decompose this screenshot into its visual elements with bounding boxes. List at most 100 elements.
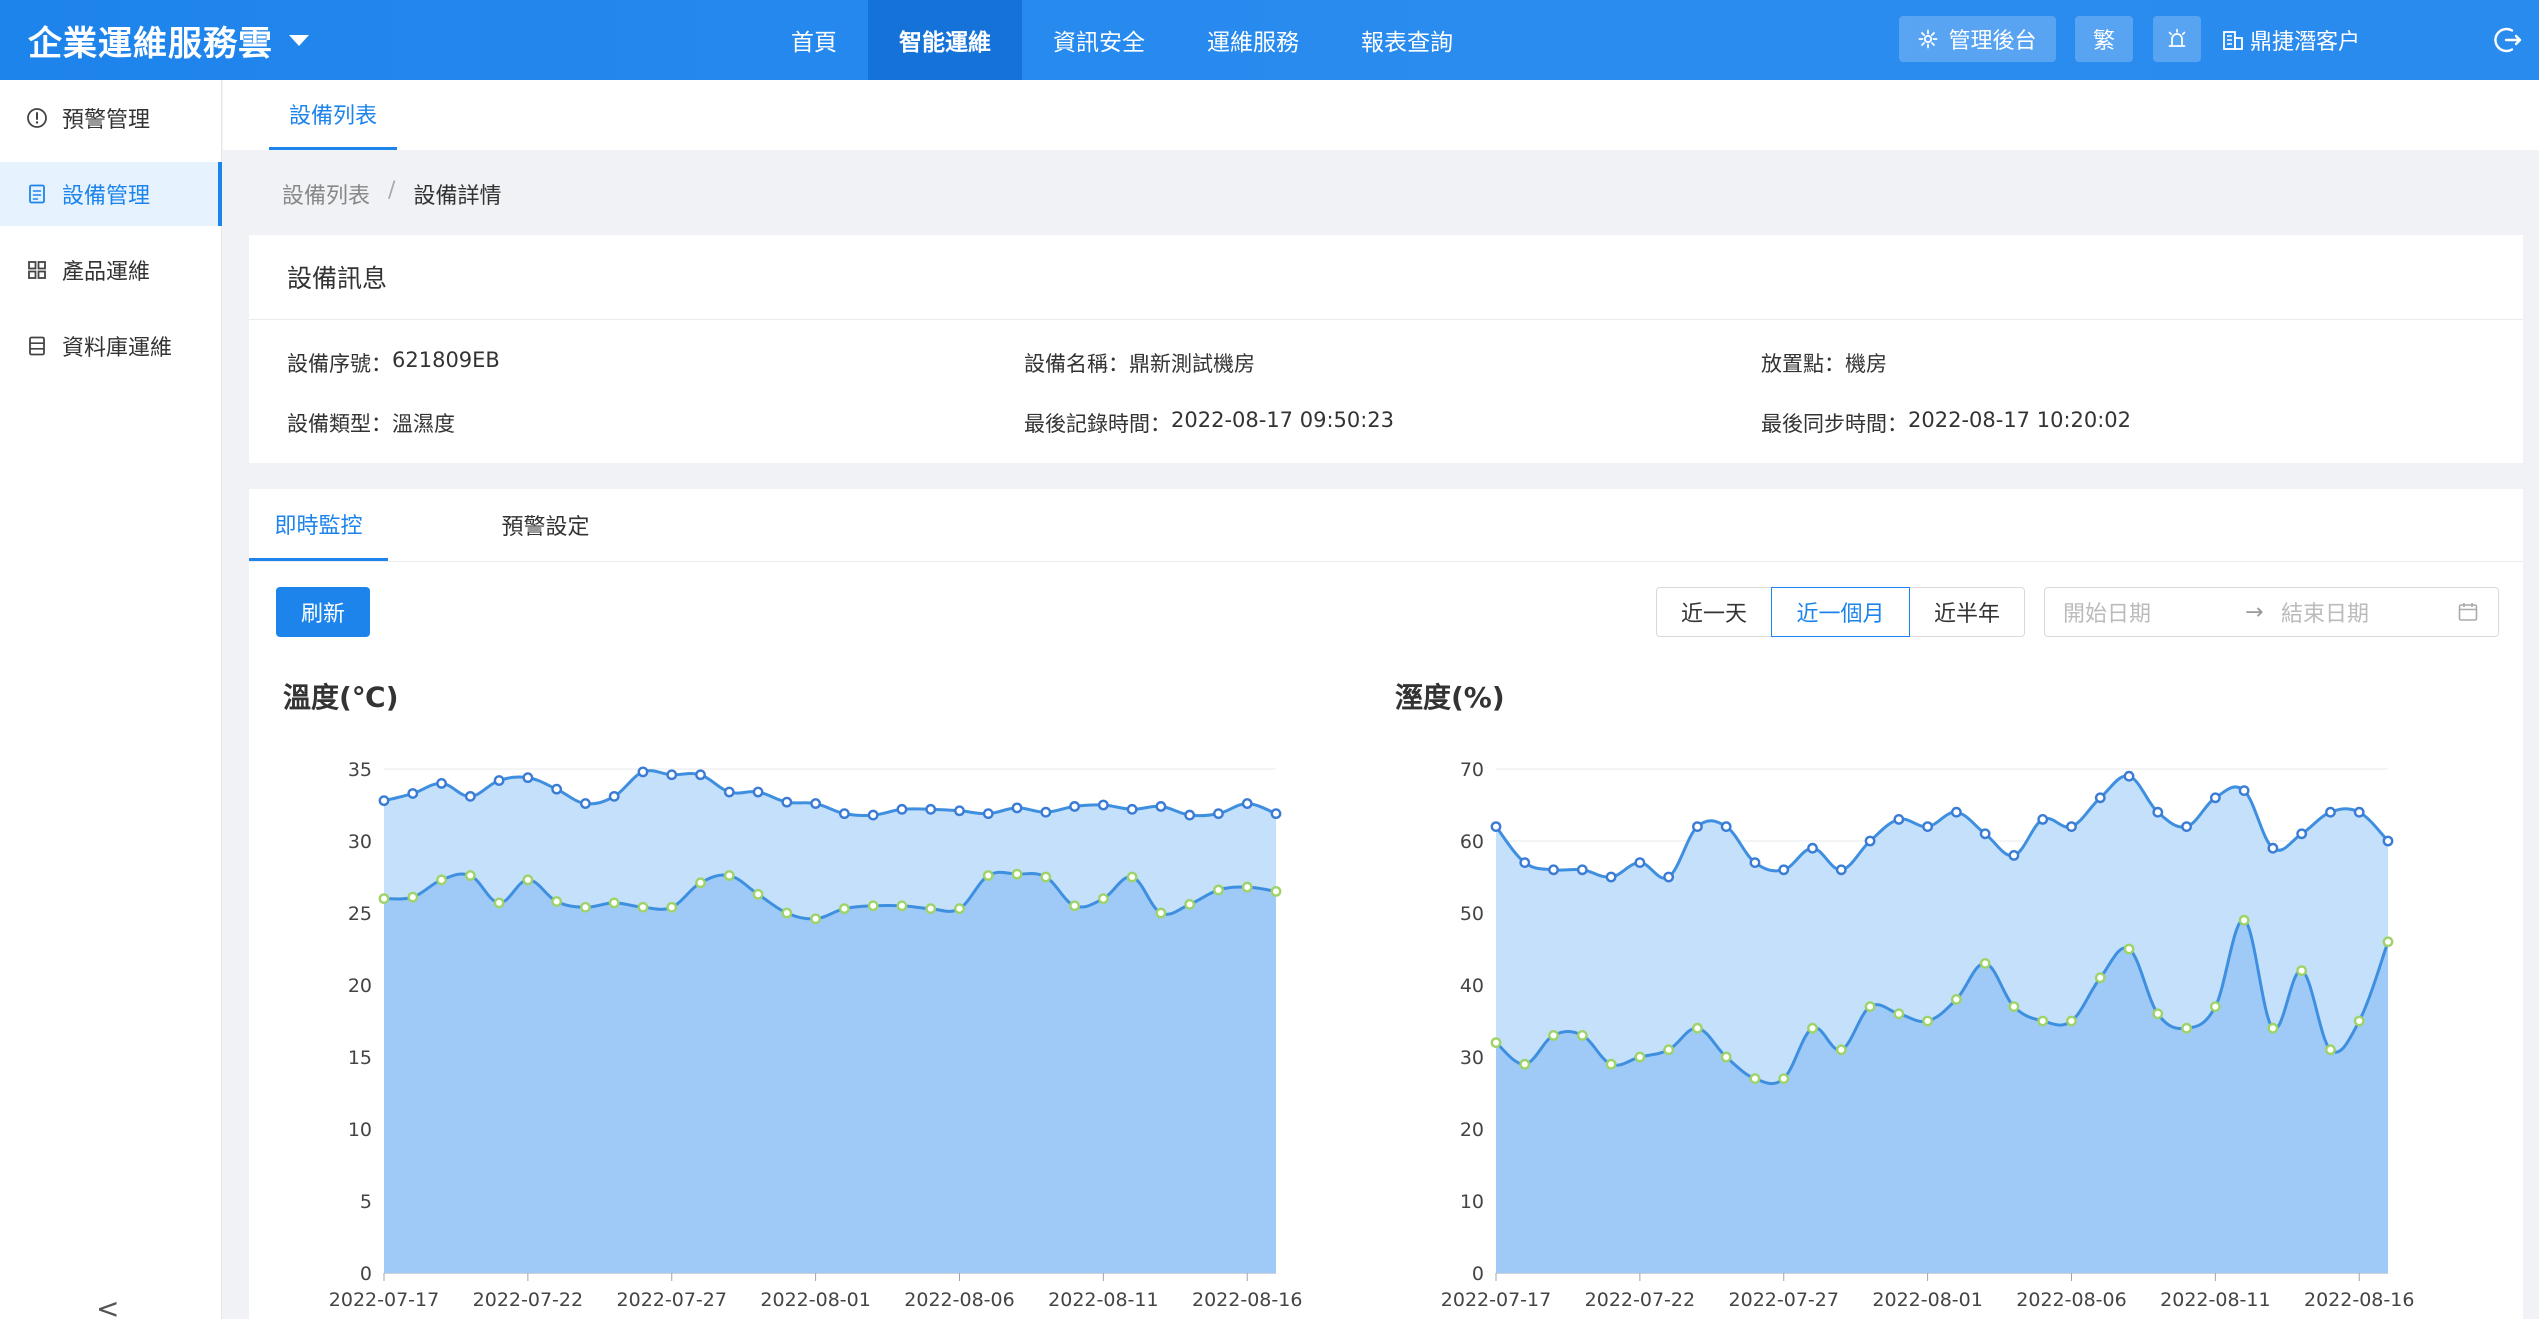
data-point[interactable] [1184,898,1196,910]
data-point[interactable] [1011,868,1023,880]
data-point[interactable] [2382,835,2394,847]
data-point[interactable] [580,798,591,809]
tab-device-list[interactable]: 設備列表 [269,80,398,150]
data-point[interactable] [407,891,419,903]
data-point[interactable] [1184,809,1196,821]
language-button[interactable]: 繁 [2075,16,2133,62]
data-point[interactable] [1576,864,1588,876]
data-point[interactable] [522,874,534,886]
data-point[interactable] [1241,798,1253,809]
data-point[interactable] [464,790,476,802]
data-point[interactable] [1692,821,1703,833]
data-point[interactable] [2037,814,2049,825]
nav-info-security[interactable]: 資訊安全 [1022,0,1176,80]
data-point[interactable] [2123,770,2135,782]
data-point[interactable] [2209,792,2221,804]
data-point[interactable] [2037,1015,2049,1027]
sidebar-item-database-ops[interactable]: 資料庫運維 [0,314,222,378]
data-point[interactable] [1069,900,1080,912]
data-point[interactable] [925,903,937,915]
data-point[interactable] [2238,785,2250,796]
data-point[interactable] [378,795,390,807]
tab-realtime-monitor[interactable]: 即時監控 [249,489,388,561]
data-point[interactable] [378,893,390,905]
data-point[interactable] [1490,1037,1502,1048]
data-point[interactable] [1893,1008,1905,1020]
data-point[interactable] [2267,842,2279,854]
data-point[interactable] [752,786,764,798]
data-point[interactable] [1835,1044,1847,1056]
data-point[interactable] [2008,1001,2020,1012]
data-point[interactable] [896,803,908,815]
data-point[interactable] [2382,936,2394,948]
collapse-sidebar-icon[interactable]: < [96,1292,119,1319]
data-point[interactable] [1040,806,1052,818]
data-point[interactable] [1155,907,1167,919]
data-point[interactable] [608,790,620,802]
data-point[interactable] [1922,821,1934,833]
data-point[interactable] [1270,808,1282,820]
data-point[interactable] [1778,864,1790,876]
data-point[interactable] [1213,884,1224,896]
data-point[interactable] [1663,1044,1675,1056]
data-point[interactable] [2209,1001,2221,1012]
sidebar-item-device-management[interactable]: 設備管理 [0,162,222,226]
data-point[interactable] [464,870,476,881]
data-point[interactable] [1979,828,1991,840]
data-point[interactable] [1720,1051,1732,1063]
data-point[interactable] [2094,972,2106,984]
data-point[interactable] [1864,1001,1876,1012]
data-point[interactable] [982,870,994,881]
data-point[interactable] [781,796,793,808]
data-point[interactable] [1097,893,1109,905]
data-point[interactable] [1519,1058,1531,1070]
data-point[interactable] [1663,871,1675,883]
data-point[interactable] [436,778,447,789]
data-point[interactable] [1097,799,1109,811]
data-point[interactable] [1213,808,1224,820]
data-point[interactable] [867,809,879,821]
data-point[interactable] [695,877,706,889]
date-range-picker[interactable]: 開始日期 → 結束日期 [2044,587,2499,637]
data-point[interactable] [781,907,793,919]
data-point[interactable] [1979,957,1991,969]
data-point[interactable] [1950,806,1962,818]
range-last-half-year-button[interactable]: 近半年 [1909,587,2025,637]
range-last-day-button[interactable]: 近一天 [1656,587,1772,637]
data-point[interactable] [723,786,735,798]
data-point[interactable] [2066,821,2077,833]
data-point[interactable] [2181,821,2192,833]
alarm-button[interactable] [2153,16,2201,62]
nav-report-query[interactable]: 報表查詢 [1330,0,1484,80]
nav-ops-service[interactable]: 運維服務 [1176,0,1330,80]
admin-console-button[interactable]: 管理後台 [1899,16,2056,62]
data-point[interactable] [838,808,850,820]
data-point[interactable] [2094,792,2106,804]
data-point[interactable] [1893,814,1905,825]
data-point[interactable] [2181,1022,2192,1034]
data-point[interactable] [1490,821,1502,833]
data-point[interactable] [752,888,764,900]
data-point[interactable] [2353,1015,2365,1027]
breadcrumb-parent[interactable]: 設備列表 [282,178,370,210]
start-date-input[interactable]: 開始日期 [2063,596,2151,628]
end-date-input[interactable]: 結束日期 [2281,596,2369,628]
data-point[interactable] [2353,806,2365,818]
data-point[interactable] [1922,1015,1934,1027]
data-point[interactable] [1778,1073,1790,1084]
data-point[interactable] [838,903,850,915]
sidebar-item-product-ops[interactable]: 產品運維 [0,238,222,302]
data-point[interactable] [551,896,563,907]
data-point[interactable] [2325,1044,2336,1056]
data-point[interactable] [1807,1022,1818,1034]
data-point[interactable] [1155,801,1167,812]
data-point[interactable] [637,901,649,913]
data-point[interactable] [1548,1029,1559,1041]
data-point[interactable] [1749,857,1761,869]
data-point[interactable] [1605,871,1617,883]
data-point[interactable] [2152,806,2164,818]
refresh-button[interactable]: 刷新 [276,587,370,637]
data-point[interactable] [1835,864,1847,876]
logout-icon[interactable] [2492,24,2524,56]
data-point[interactable] [1519,857,1531,869]
